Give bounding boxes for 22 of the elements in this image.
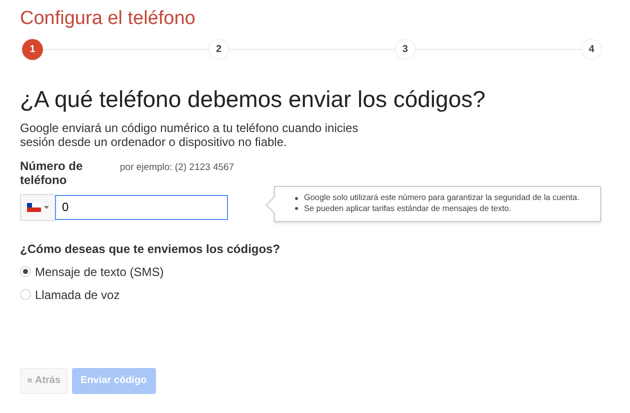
heading: ¿A qué teléfono debemos enviar los códigos?	[20, 86, 486, 113]
field-label: Número de teléfono	[20, 160, 84, 188]
step-indicator: 1	[22, 39, 43, 60]
radio-label[interactable]: Mensaje de texto (SMS)	[35, 264, 164, 279]
radio-button[interactable]	[20, 266, 31, 278]
example-hint: por ejemplo: (2) 2123 4567	[120, 162, 234, 175]
step-indicator: 2	[208, 39, 230, 60]
flag-icon	[27, 202, 41, 212]
bullet-icon	[295, 207, 298, 210]
description: Google enviará un código numérico a tu teléfono cuando inicies sesión desde un ordenador o dispositivo no fiable.	[20, 121, 360, 150]
method-question: ¿Cómo deseas que te enviemos los códigos?	[20, 242, 282, 256]
caret-icon	[44, 206, 49, 209]
bullet-icon	[295, 197, 298, 200]
page-title: Configura el teléfono	[20, 8, 196, 30]
step-indicator: 3	[394, 39, 416, 60]
radio-label[interactable]: Llamada de voz	[35, 288, 120, 302]
tip-text: Google solo utilizará este número para garantizar la seguridad de la cuenta.	[304, 193, 580, 204]
phone-input[interactable]: 0	[55, 194, 228, 220]
country-selector[interactable]	[20, 194, 55, 221]
tip-text: Se pueden aplicar tarifas estándar de mensajes de texto.	[304, 204, 512, 214]
step-indicator: 4	[580, 39, 602, 60]
radio-button[interactable]	[20, 289, 31, 300]
